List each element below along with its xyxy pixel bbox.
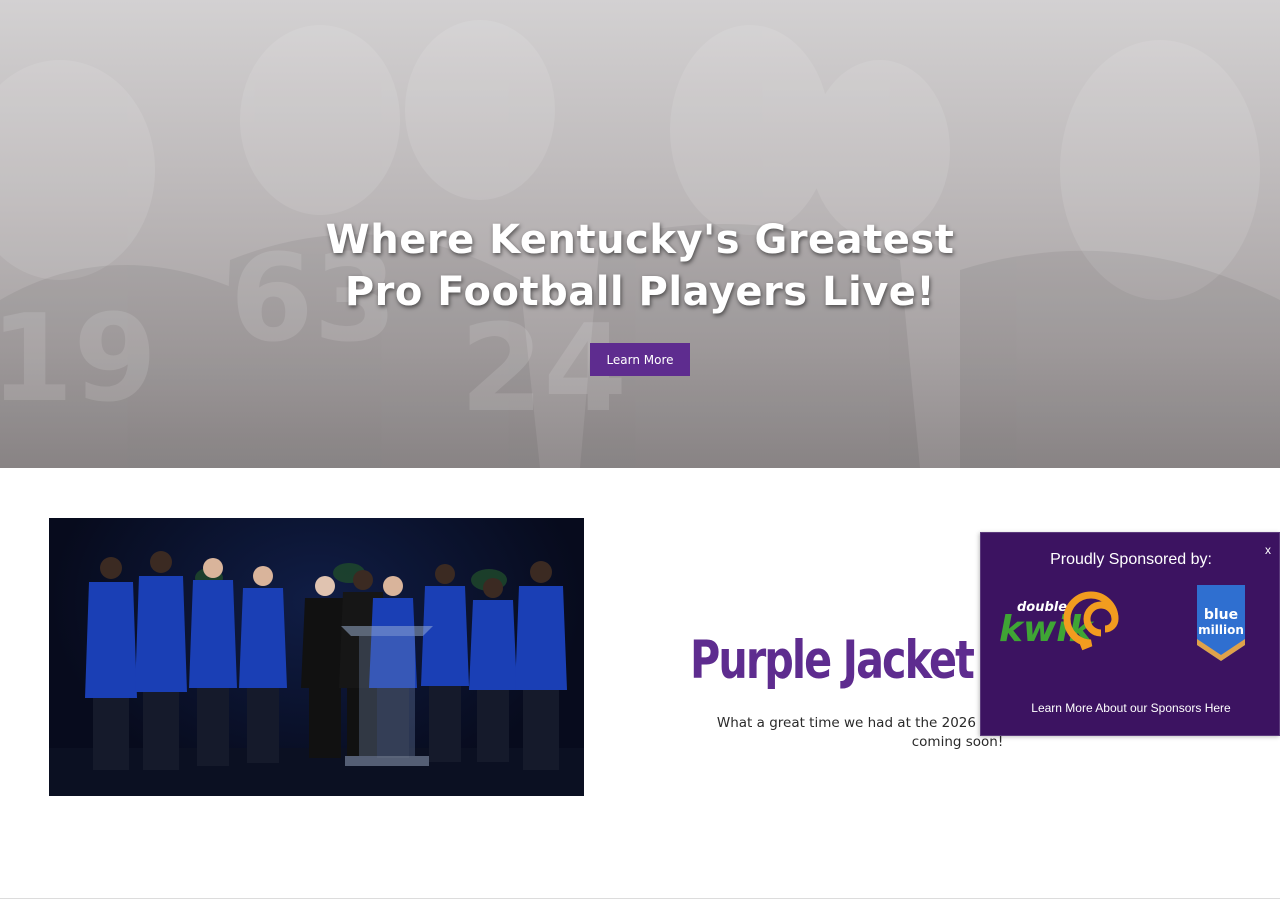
- jersey-number-1: 19: [0, 290, 157, 429]
- sponsors-info-link[interactable]: Learn More About our Sponsors Here: [981, 701, 1280, 715]
- induction-ceremony-photo: [49, 518, 584, 796]
- blue-million-logo[interactable]: blue million: [1193, 583, 1249, 663]
- sponsor-popup: Proudly Sponsored by: x double kwik blue…: [980, 532, 1280, 736]
- hero-title-line-2: Pro Football Players Live!: [344, 269, 936, 315]
- learn-more-button[interactable]: Learn More: [590, 343, 690, 376]
- hero-banner: 19 63 24 Where Kentucky's Greatest Pro F…: [0, 0, 1280, 468]
- blue-million-line-2: million: [1198, 623, 1244, 637]
- sponsor-popup-title: Proudly Sponsored by:: [1050, 551, 1212, 568]
- blue-million-line-1: blue: [1204, 607, 1238, 623]
- close-popup-button[interactable]: x: [1261, 542, 1275, 558]
- hero-title: Where Kentucky's Greatest Pro Football P…: [240, 214, 1040, 318]
- double-kwik-logo[interactable]: double kwik: [997, 589, 1145, 655]
- section-divider: [0, 898, 1280, 899]
- hero-title-line-1: Where Kentucky's Greatest: [325, 217, 955, 263]
- ceremony-group-image: [49, 551, 584, 796]
